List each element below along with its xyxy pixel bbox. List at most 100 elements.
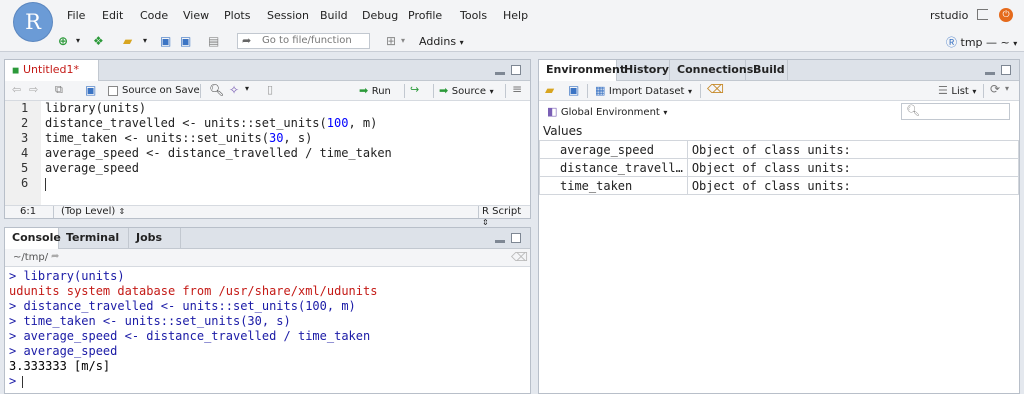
file-type-selector[interactable]: R Script ⇕ — [482, 206, 530, 228]
global-environment-label: Global Environment — [560, 107, 660, 118]
chevron-down-icon[interactable]: ▾ — [143, 34, 147, 48]
chevron-down-icon[interactable]: ▾ — [1005, 84, 1009, 93]
compile-report-icon[interactable]: ▯ — [267, 83, 273, 96]
console-line: > distance_travelled <- units::set_units… — [9, 299, 356, 313]
console-output[interactable]: > library(units) udunits system database … — [5, 268, 530, 393]
broom-icon[interactable]: ⌫ — [511, 250, 528, 264]
scope-selector[interactable]: (Top Level) ⇕ — [61, 206, 125, 217]
environment-tabbar: Environment History Connections Build — [539, 60, 1019, 81]
import-dataset-button[interactable]: ▦ Import Dataset ▾ — [595, 84, 692, 97]
menu-build[interactable]: Build — [320, 9, 348, 22]
save-icon[interactable]: ▣ — [568, 83, 579, 97]
source-on-save-checkbox[interactable] — [108, 86, 118, 96]
list-icon: ☰ — [938, 84, 948, 97]
menu-file[interactable]: File — [67, 9, 85, 22]
menu-debug[interactable]: Debug — [362, 9, 398, 22]
tab-environment[interactable]: Environment — [539, 60, 625, 81]
global-environment-selector[interactable]: ◧ Global Environment ▾ — [547, 105, 667, 118]
menu-help[interactable]: Help — [503, 9, 528, 22]
line-number: 2 — [21, 116, 29, 130]
project-label: tmp — ~ — [960, 36, 1010, 49]
line-number: 5 — [21, 161, 29, 175]
environment-search-input[interactable]: 🔍︎ — [901, 103, 1010, 120]
source-button[interactable]: ➡ Source ▾ — [439, 84, 494, 97]
run-button[interactable]: ➡ Run — [359, 84, 391, 97]
cursor-position: 6:1 — [20, 206, 37, 217]
menu-edit[interactable]: Edit — [102, 9, 123, 22]
maximize-icon[interactable] — [511, 65, 521, 75]
outline-icon[interactable]: ≡ — [512, 82, 522, 96]
addins-label: Addins — [419, 35, 457, 48]
broom-icon[interactable]: ⌫ — [707, 82, 724, 96]
minimize-icon[interactable] — [495, 240, 505, 243]
print-icon[interactable]: ▤ — [208, 34, 219, 48]
project-menu[interactable]: Ⓡ tmp — ~ ▾ — [946, 34, 1017, 50]
grid-icon[interactable]: ⊞ — [386, 34, 396, 48]
magic-wand-icon[interactable]: ✧ — [229, 83, 239, 97]
chevron-down-icon: ▾ — [489, 87, 494, 96]
view-mode-selector[interactable]: ☰ List ▾ — [938, 84, 976, 97]
minimize-icon[interactable] — [985, 72, 995, 75]
save-icon[interactable]: ▣ — [160, 34, 171, 48]
user-name: rstudio — [930, 9, 969, 22]
signout-icon[interactable] — [977, 9, 988, 20]
rerun-icon[interactable]: ↪ — [410, 83, 419, 96]
menu-profile[interactable]: Profile — [408, 9, 442, 22]
search-icon[interactable]: 🔍︎ — [209, 83, 224, 97]
tab-terminal[interactable]: Terminal ✕ — [59, 228, 129, 264]
power-icon[interactable]: ⏻ — [999, 8, 1013, 22]
table-icon: ▦ — [595, 84, 606, 97]
menu-view[interactable]: View — [183, 9, 209, 22]
console-line: > time_taken <- units::set_units(30, s) — [9, 314, 291, 328]
text-cursor — [45, 178, 46, 191]
new-file-icon[interactable]: ⊕ — [58, 34, 68, 48]
tab-jobs[interactable]: Jobs ✕ — [129, 228, 181, 264]
tab-build[interactable]: Build — [746, 60, 788, 81]
maximize-icon[interactable] — [1001, 65, 1011, 75]
forward-arrow-icon[interactable]: ⇨ — [29, 83, 38, 96]
save-all-icon[interactable]: ▣ — [180, 34, 191, 48]
addins-button[interactable]: Addins ▾ — [419, 35, 464, 48]
environment-row[interactable]: average_speed Object of class units: — [539, 140, 1020, 159]
new-project-icon[interactable]: ❖ — [93, 34, 104, 48]
goto-placeholder: Go to file/function — [262, 35, 352, 46]
open-folder-icon[interactable]: ▰ — [545, 83, 554, 97]
tab-console[interactable]: Console — [5, 228, 61, 249]
source-label: Source — [451, 86, 487, 97]
back-arrow-icon[interactable]: ⇦ — [12, 83, 21, 96]
menu-code[interactable]: Code — [140, 9, 168, 22]
console-tabbar: Console Terminal ✕ Jobs ✕ — [5, 228, 530, 264]
separator — [700, 84, 701, 98]
chevron-down-icon: ▾ — [972, 87, 977, 96]
minimize-icon[interactable] — [495, 72, 505, 75]
environment-row[interactable]: distance_travell… Object of class units: — [539, 158, 1020, 177]
chevron-down-icon[interactable]: ▾ — [76, 34, 80, 48]
separator — [478, 206, 479, 218]
separator — [587, 84, 588, 98]
tab-untitled1[interactable]: ◼ Untitled1* ✕ — [5, 60, 99, 97]
code-line: average_speed — [45, 161, 139, 175]
chevron-down-icon[interactable]: ▾ — [245, 84, 249, 93]
show-in-window-icon[interactable]: ⧉ — [55, 83, 63, 97]
menu-tools[interactable]: Tools — [460, 9, 487, 22]
goto-file-input[interactable]: ➦ Go to file/function — [237, 33, 370, 49]
search-icon: 🔍︎ — [906, 104, 920, 117]
chevron-down-icon: ▾ — [459, 38, 464, 47]
separator — [433, 84, 434, 98]
open-folder-icon[interactable]: ▰ — [123, 34, 132, 48]
environment-row[interactable]: time_taken Object of class units: — [539, 176, 1020, 195]
refresh-icon[interactable]: ⟳ — [990, 82, 1000, 96]
maximize-icon[interactable] — [511, 233, 521, 243]
save-icon[interactable]: ▣ — [85, 83, 96, 97]
tab-history[interactable]: History — [617, 60, 670, 81]
menu-plots[interactable]: Plots — [224, 9, 250, 22]
chevron-down-icon[interactable]: ▾ — [401, 34, 405, 48]
variable-value: Object of class units: — [686, 176, 1020, 195]
goto-dir-icon[interactable]: ➦ — [51, 251, 59, 262]
menu-session[interactable]: Session — [267, 9, 309, 22]
tab-connections[interactable]: Connections — [670, 60, 753, 81]
updown-icon: ⇕ — [118, 207, 126, 216]
code-editor[interactable]: 1 2 3 4 5 6 library(units) distance_trav… — [5, 101, 530, 205]
environment-table: average_speed Object of class units: dista… — [539, 140, 1020, 195]
editor-tabbar: ◼ Untitled1* ✕ — [5, 60, 530, 97]
